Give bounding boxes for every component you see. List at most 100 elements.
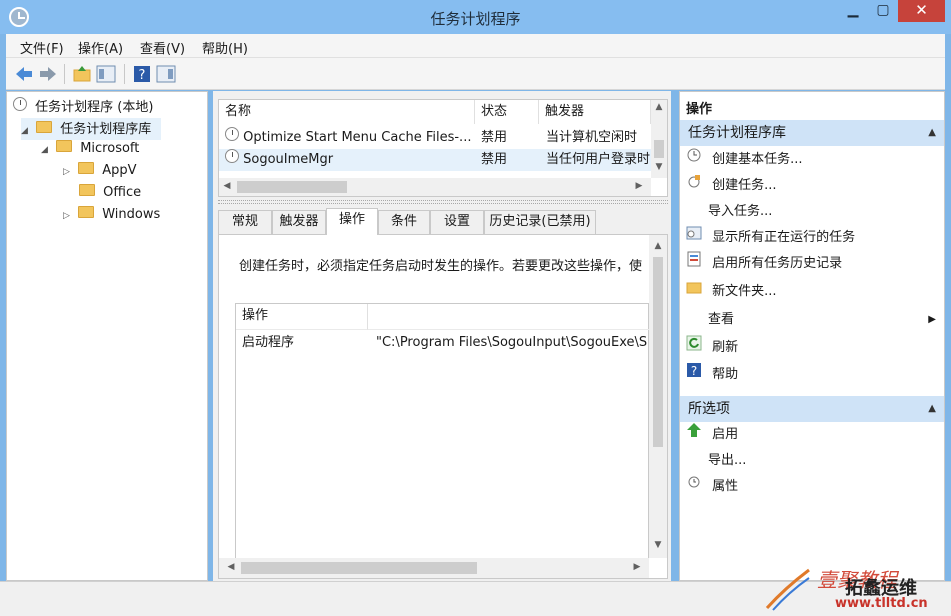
scroll-left-arrow-icon[interactable]: ◀ <box>221 181 233 191</box>
scroll-right-arrow-icon[interactable]: ▶ <box>633 181 645 191</box>
action-new-folder[interactable]: 新文件夹... <box>686 279 777 305</box>
task-name: SogouImeMgr <box>243 152 334 167</box>
action-display-running-tasks[interactable]: 显示所有正在运行的任务 <box>686 225 855 251</box>
action-help[interactable]: ? 帮助 <box>686 362 738 388</box>
section-library[interactable]: 任务计划程序库 ▲ <box>680 120 944 146</box>
scrollbar-thumb[interactable] <box>654 140 664 158</box>
up-folder-icon[interactable] <box>72 64 92 84</box>
tab-conditions[interactable]: 条件 <box>378 210 430 234</box>
scroll-down-arrow-icon[interactable]: ▼ <box>651 162 667 172</box>
task-trigger: 当计算机空闲时 <box>546 130 638 145</box>
action-refresh[interactable]: 刷新 <box>686 335 738 361</box>
scroll-right-arrow-icon[interactable]: ▶ <box>631 562 643 572</box>
menu-file[interactable]: 文件(F) <box>20 38 64 57</box>
show-hide-action-pane-icon[interactable] <box>156 64 176 84</box>
tree-item-label: Office <box>103 185 142 200</box>
task-list-horizontal-scrollbar[interactable]: ◀ ▶ <box>219 178 651 196</box>
folder-icon <box>78 162 95 174</box>
action-create-task[interactable]: 创建任务... <box>686 173 777 199</box>
tree-item-windows[interactable]: ▷ Windows <box>63 206 160 228</box>
forward-arrow-icon[interactable] <box>38 64 58 84</box>
task-trigger: 当任何用户登录时 <box>546 152 650 167</box>
column-header-trigger[interactable]: 触发器 <box>539 100 651 124</box>
tree-item-root[interactable]: 任务计划程序 (本地) <box>13 96 153 118</box>
action-import-task[interactable]: 导入任务... <box>708 199 772 225</box>
action-export[interactable]: 导出... <box>708 448 746 474</box>
watermark-logo: 壹聚教程 拓蠡运维 www.tlltd.cn <box>765 566 951 616</box>
tree-item-appv[interactable]: ▷ AppV <box>63 162 137 184</box>
svg-text:?: ? <box>139 68 146 83</box>
tab-settings[interactable]: 设置 <box>430 210 484 234</box>
show-hide-tree-icon[interactable] <box>96 64 116 84</box>
minimize-button[interactable]: ▁ <box>836 0 870 22</box>
tree-item-label: AppV <box>102 163 137 178</box>
scrollbar-thumb[interactable] <box>653 257 663 447</box>
tree-item-microsoft[interactable]: ◢ Microsoft <box>41 140 139 162</box>
task-list-vertical-scrollbar[interactable]: ▲ ▼ <box>651 100 667 178</box>
pane-splitter[interactable] <box>218 200 668 204</box>
scroll-up-arrow-icon[interactable]: ▲ <box>649 241 667 251</box>
scroll-down-arrow-icon[interactable]: ▼ <box>649 540 667 550</box>
section-title: 所选项 <box>688 401 730 417</box>
collapse-arrow-icon[interactable]: ▷ <box>63 167 70 177</box>
actions-table: 操作 详细信息 启动程序 "C:\Program Files\SogouInpu… <box>235 303 650 565</box>
column-header-action[interactable]: 操作 <box>236 304 368 330</box>
action-label: 刷新 <box>712 340 739 355</box>
action-properties[interactable]: 属性 <box>686 474 738 500</box>
collapse-up-icon[interactable]: ▲ <box>928 120 936 146</box>
tab-general[interactable]: 常规 <box>218 210 272 234</box>
refresh-icon <box>686 335 702 351</box>
scrollbar-thumb[interactable] <box>237 181 347 193</box>
action-enable[interactable]: 启用 <box>686 422 738 448</box>
tree-item-library[interactable]: ◢ 任务计划程序库 <box>21 118 161 140</box>
action-create-basic-task[interactable]: 创建基本任务... <box>686 147 803 173</box>
action-label: 启用所有任务历史记录 <box>712 256 843 271</box>
section-selected-item[interactable]: 所选项 ▲ <box>680 396 944 422</box>
running-tasks-icon <box>686 226 702 240</box>
menu-view[interactable]: 查看(V) <box>140 38 185 57</box>
menu-help[interactable]: 帮助(H) <box>202 38 248 57</box>
action-enable-history[interactable]: 启用所有任务历史记录 <box>686 251 842 277</box>
submenu-arrow-icon: ▶ <box>928 314 936 325</box>
collapse-arrow-icon[interactable]: ▷ <box>63 211 70 221</box>
tree-item-label: 任务计划程序库 <box>60 122 152 137</box>
action-detail[interactable]: "C:\Program Files\SogouInput\SogouExe\S <box>376 332 648 354</box>
scroll-up-arrow-icon[interactable]: ▲ <box>651 102 667 112</box>
tab-triggers[interactable]: 触发器 <box>272 210 326 234</box>
expand-arrow-icon[interactable]: ◢ <box>21 126 28 136</box>
tab-panel-vertical-scrollbar[interactable]: ▲ ▼ <box>649 235 667 558</box>
window-title: 任务计划程序 <box>430 10 521 28</box>
column-header-detail[interactable]: 详细信息 <box>368 304 650 330</box>
action-label: 帮助 <box>712 367 739 382</box>
table-row[interactable]: SogouImeMgr <box>225 149 471 171</box>
collapse-up-icon[interactable]: ▲ <box>928 396 936 422</box>
help-icon[interactable]: ? <box>132 64 152 84</box>
actions-description: 创建任务时，必须指定任务启动时发生的操作。若要更改这些操作，使 <box>239 259 643 274</box>
tab-panel-horizontal-scrollbar[interactable]: ◀ ▶ <box>219 558 649 578</box>
task-clock-icon <box>225 149 239 163</box>
column-header-name[interactable]: 名称 <box>219 100 475 124</box>
action-label: 创建任务... <box>712 178 777 193</box>
tab-actions[interactable]: 操作 <box>326 208 378 235</box>
tab-history[interactable]: 历史记录(已禁用) <box>484 210 596 234</box>
scroll-left-arrow-icon[interactable]: ◀ <box>225 562 237 572</box>
table-row[interactable]: Optimize Start Menu Cache Files-... <box>225 127 471 149</box>
folder-icon <box>78 206 95 218</box>
toolbar: ? <box>6 58 945 90</box>
action-label: 启用 <box>712 427 739 442</box>
tree-item-label: 任务计划程序 (本地) <box>35 100 154 115</box>
close-button[interactable]: ✕ <box>898 0 945 22</box>
watermark-swoosh-icon <box>765 568 810 611</box>
menu-action[interactable]: 操作(A) <box>78 38 123 57</box>
action-label: 查看 <box>708 312 735 327</box>
action-view[interactable]: 查看 ▶ <box>708 307 936 333</box>
back-arrow-icon[interactable] <box>14 64 34 84</box>
title-bar[interactable]: 任务计划程序 ▁ ▢ ✕ <box>0 0 951 34</box>
column-header-status[interactable]: 状态 <box>475 100 539 124</box>
expand-arrow-icon[interactable]: ◢ <box>41 145 48 155</box>
tree-item-office[interactable]: Office <box>75 184 141 206</box>
scrollbar-thumb[interactable] <box>241 562 477 574</box>
maximize-button[interactable]: ▢ <box>868 0 898 22</box>
action-type[interactable]: 启动程序 <box>242 332 362 354</box>
history-log-icon <box>687 251 701 267</box>
